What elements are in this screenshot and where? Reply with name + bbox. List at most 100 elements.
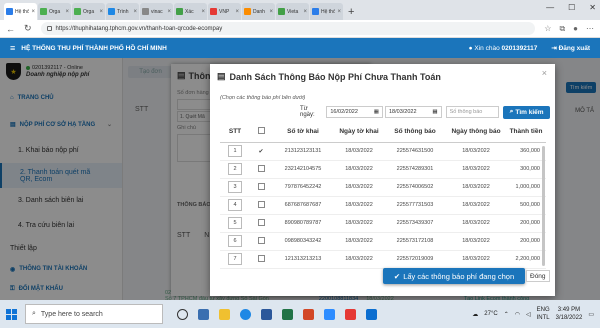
browser-tab[interactable]: vinac × (140, 3, 173, 20)
select-all-checkbox[interactable] (257, 127, 265, 135)
refresh-icon[interactable]: ↻ (24, 23, 32, 34)
new-tab-button[interactable]: + (348, 6, 354, 18)
notification-icon[interactable]: ▭ (588, 311, 594, 318)
tab-close-icon[interactable]: × (235, 9, 239, 15)
browser-tab[interactable]: Trình × (106, 3, 139, 20)
row-stt: 5 (228, 217, 242, 229)
window-controls: — ☐ ✕ (546, 3, 596, 12)
hamburger-icon[interactable]: ≡ (10, 43, 15, 53)
row-checkbox-cell[interactable] (250, 250, 272, 269)
word-icon[interactable] (261, 308, 272, 320)
tab-close-icon[interactable]: × (303, 9, 307, 15)
collections-icon[interactable]: ⧉ (559, 24, 565, 34)
select-notices-button[interactable]: ✔ Lấy các thông báo phí đang chọn (383, 268, 525, 284)
row-checkbox-cell[interactable] (250, 214, 272, 233)
chevron-up-icon[interactable]: ⌃ (504, 311, 509, 318)
chrome-icon[interactable] (345, 308, 356, 320)
explorer-icon[interactable] (198, 308, 209, 320)
clock[interactable]: 3:49 PM 3/18/2022 (556, 306, 583, 322)
profile-icon[interactable]: ● (573, 24, 578, 34)
row-checkbox[interactable] (257, 236, 265, 244)
row-checkbox-cell[interactable]: ✔ (250, 142, 272, 161)
row-checkbox[interactable] (257, 200, 265, 208)
more-icon[interactable]: ⋯ (586, 24, 594, 34)
dialog-search-label: Tìm kiếm (515, 108, 544, 116)
tab-close-icon[interactable]: × (31, 9, 35, 15)
table-row[interactable]: 7 121313213213 18/03/2022 225572019009 18/03… (220, 250, 546, 269)
tab-close-icon[interactable]: × (133, 9, 137, 15)
row-checkbox-cell[interactable] (250, 160, 272, 179)
favicon-icon (210, 8, 217, 15)
select-notices-label: Lấy các thông báo phí đang chọn (403, 271, 515, 281)
favicon-icon (40, 8, 47, 15)
to-date-input[interactable]: 18/03/2022 ▦ (385, 106, 442, 118)
row-checkbox-cell[interactable] (250, 178, 272, 197)
url-input[interactable]: https://thuphihatang.tphcm.gov.vn/thanh-… (40, 22, 536, 35)
row-stt-cell: 2 (220, 160, 250, 179)
minimize-icon[interactable]: — (546, 3, 554, 12)
browser-tab[interactable]: Orga × (38, 3, 71, 20)
browser-tab[interactable]: Hệ thố × (4, 3, 37, 20)
row-checkbox[interactable] (257, 182, 265, 190)
table-row[interactable]: 3 797876452242 18/03/2022 225574006502 18/03… (220, 178, 546, 197)
row-stt-cell: 1 (220, 142, 250, 161)
notice-number-cell: 225572019009 (384, 250, 446, 269)
star-icon[interactable]: ☆ (544, 24, 551, 34)
check-icon: ✔ (393, 271, 401, 281)
files-icon[interactable] (219, 308, 230, 320)
table-row[interactable]: 1 ✔ 213123123131 18/03/2022 225574631500 18/0… (220, 142, 546, 161)
table-row[interactable]: 2 232142104575 18/03/2022 225574289301 18/03… (220, 160, 546, 179)
table-scrollbar[interactable] (542, 146, 545, 266)
zoom-icon[interactable] (324, 308, 335, 320)
close-button[interactable]: Đóng (526, 270, 550, 282)
dialog-close-icon[interactable]: × (542, 68, 547, 78)
list-icon: ▤ (217, 71, 226, 81)
taskbar-search[interactable]: ⌕ Type here to search (25, 304, 163, 324)
notice-number-cell: 225577731503 (384, 196, 446, 215)
table-row[interactable]: 6 098980343242 18/03/2022 225573172108 18/03… (220, 232, 546, 251)
excel-icon[interactable] (282, 308, 293, 320)
edge-icon[interactable] (240, 308, 251, 320)
outlook-icon[interactable] (366, 308, 377, 320)
maximize-icon[interactable]: ☐ (568, 3, 575, 12)
windows-start-icon[interactable] (6, 308, 17, 320)
row-checkbox-cell[interactable] (250, 196, 272, 215)
row-checkbox-checked[interactable]: ✔ (258, 148, 265, 155)
lock-icon (46, 26, 52, 31)
table-header-row: STT Số tờ khai Ngày tờ khai Số thông báo Ngà… (220, 122, 546, 143)
tab-label: Danh (253, 8, 265, 15)
language-indicator[interactable]: ENG INTL (537, 306, 550, 322)
back-icon[interactable]: ← (6, 24, 15, 34)
table-row[interactable]: 4 687687687687 18/03/2022 225577731503 18/03… (220, 196, 546, 215)
row-checkbox[interactable] (257, 218, 265, 226)
browser-tab[interactable]: VNP × (208, 3, 241, 20)
notice-number-input[interactable]: Số thông báo (445, 106, 500, 118)
column-header[interactable] (250, 122, 272, 143)
tab-close-icon[interactable]: × (99, 9, 103, 15)
tab-close-icon[interactable]: × (167, 9, 171, 15)
browser-tab[interactable]: Hệ thố × (310, 3, 343, 20)
row-checkbox[interactable] (257, 254, 265, 262)
declaration-number-cell: 890980789787 (272, 214, 334, 233)
from-date-input[interactable]: 16/02/2022 ▦ (326, 106, 383, 118)
taskbar-search-placeholder: Type here to search (40, 310, 103, 318)
table-row[interactable]: 5 890980789787 18/03/2022 225573439307 18/03… (220, 214, 546, 233)
tab-close-icon[interactable]: × (337, 9, 341, 15)
browser-tab[interactable]: Danh × (242, 3, 275, 20)
logout-link[interactable]: ⇥ Đăng xuất (551, 44, 590, 52)
close-icon[interactable]: ✕ (589, 3, 596, 12)
browser-tab[interactable]: Xác × (174, 3, 207, 20)
tab-close-icon[interactable]: × (269, 9, 273, 15)
browser-tab[interactable]: Orga × (72, 3, 105, 20)
task-view-icon[interactable] (177, 308, 188, 320)
row-checkbox[interactable] (257, 164, 265, 172)
tab-close-icon[interactable]: × (201, 9, 205, 15)
browser-tab[interactable]: Vieta × (276, 3, 309, 20)
tab-close-icon[interactable]: × (65, 9, 69, 15)
dialog-search-button[interactable]: ⌕ Tìm kiếm (503, 105, 550, 119)
row-checkbox-cell[interactable] (250, 232, 272, 251)
declaration-number-cell: 098980343242 (272, 232, 334, 251)
powerpoint-icon[interactable] (303, 308, 314, 320)
notices-table: STT Số tờ khai Ngày tờ khai Số thông báo Ngà… (220, 122, 546, 269)
system-tray: ☁ 27°C ⌃ ◠ ◁ ENG INTL 3:49 PM 3/18/2022 ▭ (472, 306, 600, 322)
